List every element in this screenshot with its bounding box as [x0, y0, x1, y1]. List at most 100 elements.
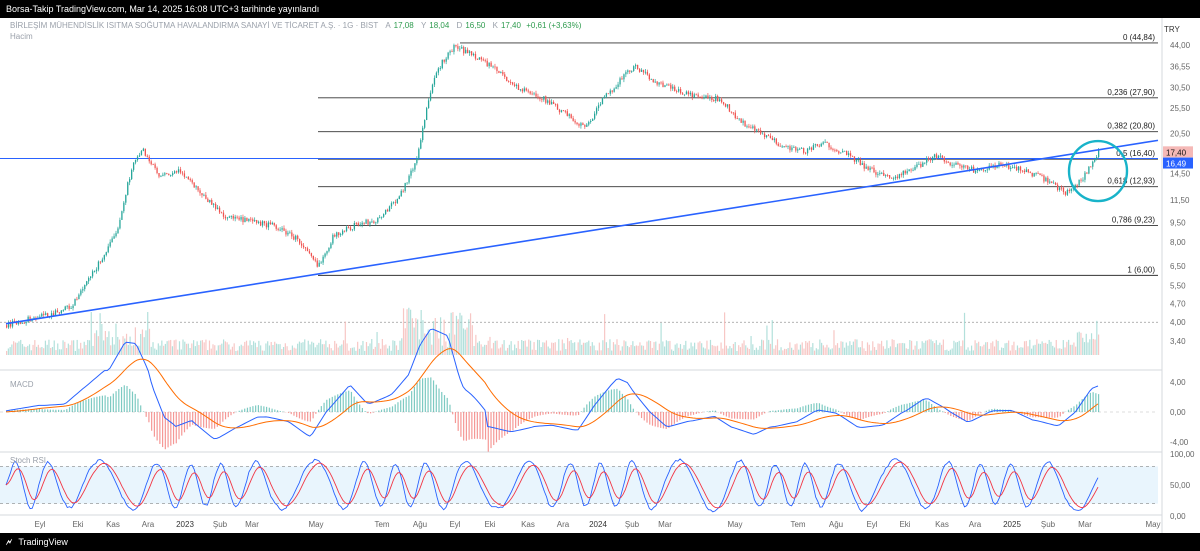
macd-histogram-bar: [630, 404, 632, 412]
candle-body: [625, 72, 627, 75]
volume-bar: [304, 339, 306, 355]
candle-body: [767, 135, 770, 137]
volume-bar: [185, 343, 188, 355]
candle-body: [1053, 182, 1055, 184]
volume-bar: [413, 327, 415, 355]
macd-histogram-bar: [227, 412, 229, 418]
macd-histogram-bar: [312, 412, 314, 419]
macd-histogram-bar: [441, 391, 443, 412]
candle-body: [883, 172, 885, 176]
volume-bar: [339, 345, 341, 355]
candle-body: [842, 150, 844, 153]
volume-bar: [972, 350, 974, 355]
volume-bar: [783, 348, 786, 355]
volume-bar: [168, 340, 170, 355]
candle-body: [654, 81, 656, 83]
macd-histogram-bar: [914, 401, 916, 412]
volume-bar: [940, 344, 943, 355]
macd-histogram-bar: [599, 393, 602, 412]
volume-bar: [900, 343, 902, 355]
volume-bar: [559, 350, 562, 355]
volume-bar: [321, 344, 323, 355]
candle-body: [881, 172, 883, 174]
candle-body: [568, 114, 570, 116]
volume-bar: [143, 337, 145, 355]
candle-body: [816, 144, 818, 146]
candle-body: [361, 222, 363, 225]
candle-body: [1025, 169, 1028, 173]
macd-histogram-bar: [200, 412, 202, 428]
candle-body: [1092, 161, 1094, 167]
macd-histogram-bar: [479, 412, 481, 439]
volume-bar: [221, 343, 223, 355]
volume-bar: [988, 348, 990, 355]
candle-body: [283, 228, 285, 231]
volume-bar: [574, 342, 576, 355]
candle-body: [252, 219, 254, 222]
candle-body: [332, 234, 334, 244]
candle-body: [779, 145, 781, 147]
macd-histogram-bar: [219, 412, 221, 425]
candle-body: [740, 118, 742, 123]
candle-body: [873, 167, 875, 173]
volume-bar: [1002, 348, 1004, 355]
volume-bar: [1032, 345, 1034, 355]
candle-body: [488, 62, 490, 67]
candle-body: [375, 222, 377, 224]
candle-body: [99, 261, 102, 263]
candle-body: [384, 209, 387, 215]
macd-histogram-bar: [107, 396, 109, 412]
price-chart[interactable]: 0 (44,84)0,236 (27,90)0,382 (20,80)0,5 (…: [0, 18, 1200, 533]
time-tick-label: Ara: [969, 520, 982, 529]
candle-body: [935, 154, 938, 158]
candle-body: [871, 167, 873, 169]
volume-bar: [634, 346, 636, 355]
volume-bar: [570, 340, 572, 355]
candle-body: [414, 163, 416, 170]
volume-bar: [545, 340, 548, 355]
candle-body: [152, 164, 154, 166]
candle-body: [1070, 188, 1072, 192]
macd-histogram-bar: [386, 408, 388, 412]
macd-histogram-bar: [249, 406, 251, 412]
candle-body: [107, 246, 109, 253]
volume-bar: [932, 341, 934, 355]
candle-body: [820, 143, 822, 147]
macd-histogram-bar: [301, 412, 303, 420]
candle-body: [62, 310, 64, 311]
macd-histogram-bar: [359, 404, 361, 412]
candle-body: [978, 169, 981, 171]
macd-histogram-bar: [701, 412, 703, 413]
volume-bar: [544, 342, 546, 355]
time-tick-label: Mar: [245, 520, 259, 529]
macd-histogram-bar: [723, 412, 725, 416]
candle-body: [963, 165, 965, 168]
candle-body: [1037, 173, 1039, 174]
volume-bar: [985, 342, 987, 355]
candle-body: [771, 138, 774, 141]
candle-body: [209, 200, 211, 203]
candle-body: [961, 165, 963, 168]
macd-histogram-bar: [838, 410, 840, 412]
volume-bar: [944, 350, 946, 355]
candle-body: [197, 186, 199, 191]
candle-body: [86, 281, 88, 286]
candle-body: [334, 234, 336, 237]
price-tick-label: 6,50: [1170, 262, 1186, 271]
macd-histogram-bar: [380, 409, 383, 412]
candle-body: [1021, 170, 1024, 172]
volume-bar: [305, 350, 308, 355]
volume-bar: [967, 347, 969, 355]
candle-body: [838, 151, 840, 154]
volume-bar: [14, 342, 17, 355]
volume-bar: [997, 340, 999, 355]
volume-bar: [930, 339, 932, 355]
volume-bar: [1034, 344, 1036, 355]
candle-body: [1035, 173, 1037, 174]
volume-bar: [842, 341, 844, 355]
macd-histogram-bar: [438, 388, 440, 412]
volume-bar: [284, 343, 286, 355]
candle-body: [144, 148, 146, 156]
candle-body: [517, 84, 520, 90]
candle-body: [986, 169, 988, 171]
